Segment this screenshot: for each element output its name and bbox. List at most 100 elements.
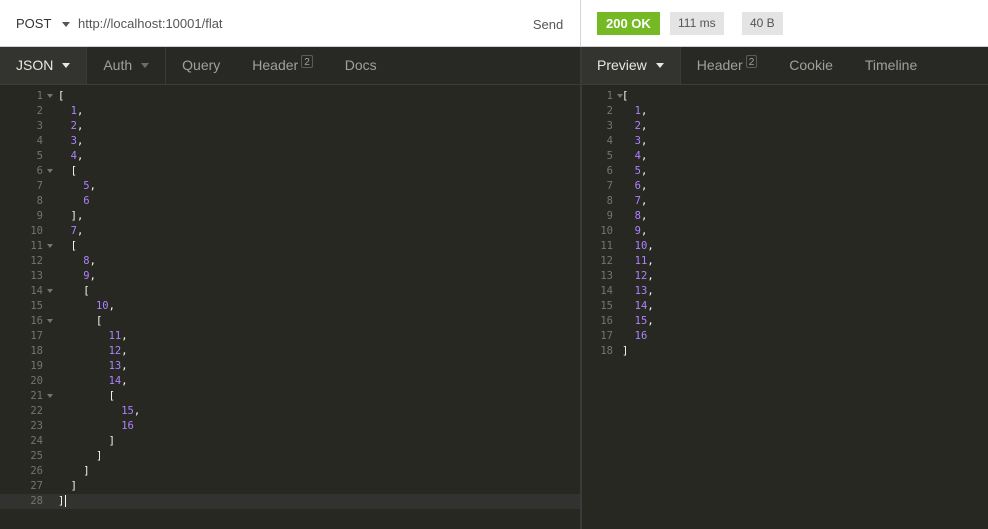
method-dropdown[interactable]: POST — [16, 16, 71, 32]
tab-preview[interactable]: Preview — [581, 47, 681, 84]
app-window: POST Send 200 OK 111 ms 40 B JSON Auth Q… — [0, 0, 988, 529]
tab-header[interactable]: Header 2 — [236, 47, 328, 84]
line-number: 22 — [30, 405, 43, 417]
fold-arrow-icon[interactable] — [47, 289, 53, 293]
code-line: 14 13, — [582, 284, 988, 299]
code-text: 11, — [634, 255, 654, 267]
code-line: 2 1, — [0, 104, 580, 119]
chevron-down-icon — [62, 63, 71, 68]
tab-label: Auth — [103, 57, 133, 73]
response-tabs: Preview Header 2 Cookie Timeline — [581, 47, 988, 85]
fold-arrow-icon[interactable] — [47, 169, 53, 173]
chevron-down-icon — [655, 63, 664, 68]
line-number: 23 — [30, 420, 43, 432]
code-line: 9 ], — [0, 209, 580, 224]
divider — [580, 0, 581, 47]
tab-label: Docs — [344, 57, 377, 73]
tab-label: Query — [182, 57, 221, 73]
code-text: 10, — [634, 240, 654, 252]
tab-label: JSON — [16, 57, 54, 73]
code-text: 5, — [634, 165, 648, 177]
code-text: 3, — [70, 135, 84, 147]
code-text: ] — [70, 480, 77, 492]
code-line: 26 ] — [0, 464, 580, 479]
line-number: 2 — [606, 105, 613, 117]
code-text: 2, — [634, 120, 648, 132]
tab-response-header[interactable]: Header 2 — [681, 47, 773, 84]
line-number: 17 — [30, 330, 43, 342]
code-text: 16 — [121, 420, 134, 432]
response-time-badge: 111 ms — [670, 12, 724, 35]
line-number: 13 — [30, 270, 43, 282]
code-text: 8, — [634, 210, 648, 222]
tab-timeline[interactable]: Timeline — [849, 47, 933, 84]
code-line: 11 10, — [582, 239, 988, 254]
code-text: 5, — [83, 180, 96, 192]
code-line: 8 7, — [582, 194, 988, 209]
line-number: 11 — [600, 240, 613, 252]
line-number: 5 — [36, 150, 43, 162]
line-number: 18 — [30, 345, 43, 357]
code-text: 14, — [634, 300, 654, 312]
code-text: 7, — [70, 225, 84, 237]
chevron-down-icon — [141, 63, 150, 68]
code-text: 14, — [108, 375, 128, 387]
response-size-badge: 40 B — [742, 12, 783, 35]
code-line: 12 8, — [0, 254, 580, 269]
fold-arrow-icon[interactable] — [47, 94, 53, 98]
code-line: 9 8, — [582, 209, 988, 224]
header-count-badge: 2 — [745, 55, 758, 68]
code-line: 16 15, — [582, 314, 988, 329]
code-line: 3 2, — [0, 119, 580, 134]
code-text: 15, — [634, 315, 654, 327]
tab-auth[interactable]: Auth — [87, 47, 167, 84]
tab-docs[interactable]: Docs — [329, 47, 393, 84]
header-count-badge: 2 — [301, 55, 313, 68]
code-line: 20 14, — [0, 374, 580, 389]
fold-arrow-icon[interactable] — [47, 319, 53, 323]
line-number: 9 — [36, 210, 43, 222]
tab-cookie[interactable]: Cookie — [773, 47, 849, 84]
top-bar: POST Send 200 OK 111 ms 40 B — [0, 0, 988, 47]
code-line: 18 12, — [0, 344, 580, 359]
tab-label: Header — [696, 57, 743, 73]
line-number: 15 — [600, 300, 613, 312]
tab-label: Header — [252, 57, 299, 73]
code-line: 18] — [582, 344, 988, 359]
code-text: 11, — [108, 330, 128, 342]
code-text: 4, — [70, 150, 84, 162]
line-number: 19 — [30, 360, 43, 372]
tab-query[interactable]: Query — [166, 47, 236, 84]
code-text: ] — [83, 465, 90, 477]
code-text: ] — [622, 345, 629, 357]
line-number: 12 — [600, 255, 613, 267]
chevron-down-icon — [62, 21, 71, 27]
code-line: 10 7, — [0, 224, 580, 239]
code-text: 8, — [83, 255, 96, 267]
tab-json[interactable]: JSON — [0, 47, 88, 84]
tab-label: Preview — [597, 57, 647, 73]
send-button[interactable]: Send — [522, 9, 574, 39]
url-input[interactable] — [78, 11, 518, 36]
code-line: 5 4, — [0, 149, 580, 164]
line-number: 21 — [30, 390, 43, 402]
line-number: 10 — [600, 225, 613, 237]
line-number: 17 — [600, 330, 613, 342]
line-number: 15 — [30, 300, 43, 312]
code-text: [ — [70, 165, 77, 177]
line-number: 8 — [606, 195, 613, 207]
code-line: 8 6 — [0, 194, 580, 209]
fold-arrow-icon[interactable] — [47, 244, 53, 248]
code-text: 3, — [634, 135, 648, 147]
line-number: 7 — [36, 180, 43, 192]
request-body-editor[interactable]: 1[2 1, 3 2, 4 3, 5 4, 6 [7 5, 8 69 ], 10 7, 11 … — [0, 85, 580, 529]
fold-arrow-icon[interactable] — [47, 394, 53, 398]
code-text: 1, — [70, 105, 84, 117]
code-line: 2 1, — [582, 104, 988, 119]
code-line: 10 9, — [582, 224, 988, 239]
line-number: 24 — [30, 435, 43, 447]
tab-label: Cookie — [789, 57, 833, 73]
response-preview[interactable]: 1[2 1, 3 2, 4 3, 5 4, 6 5, 7 6, 8 7, 9 8, 10 9, 1… — [582, 85, 988, 529]
line-number: 5 — [606, 150, 613, 162]
line-number: 16 — [600, 315, 613, 327]
